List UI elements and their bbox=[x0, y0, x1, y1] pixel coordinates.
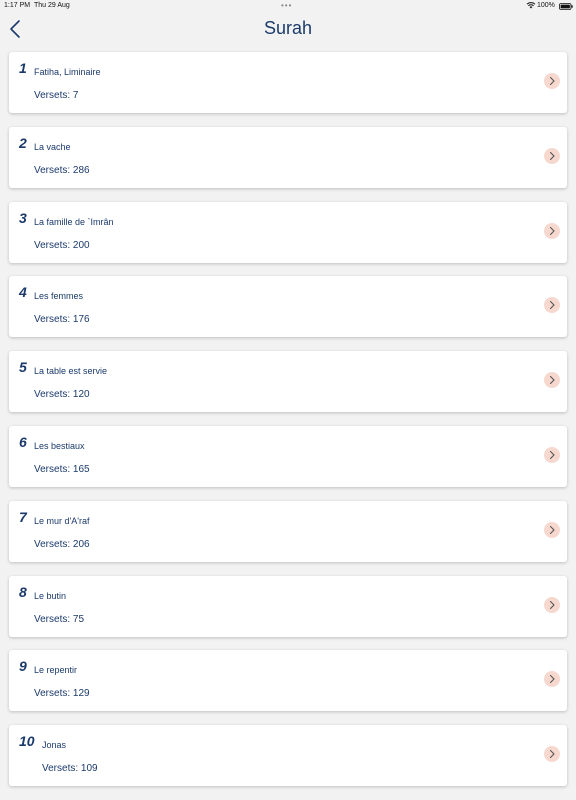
chevron-right-icon[interactable] bbox=[544, 222, 560, 239]
surah-verses: Versets: 109 bbox=[42, 763, 98, 775]
surah-name: Jonas bbox=[42, 740, 67, 751]
surah-card[interactable]: 4 Les femmes Versets: 176 bbox=[9, 276, 567, 338]
surah-verses: Versets: 206 bbox=[34, 538, 90, 550]
battery-icon bbox=[559, 3, 573, 12]
status-bar: 1:17 PM Thu 29 Aug ••• 100% bbox=[0, 0, 576, 12]
surah-name: La vache bbox=[34, 141, 71, 152]
battery-percent: 100% bbox=[537, 2, 555, 9]
surah-name: Les femmes bbox=[34, 291, 84, 302]
surah-verses: Versets: 75 bbox=[34, 613, 85, 625]
surah-verses: Versets: 165 bbox=[34, 463, 90, 475]
surah-number: 7 bbox=[19, 508, 27, 525]
surah-name: Les bestiaux bbox=[34, 440, 85, 451]
chevron-right-icon[interactable] bbox=[544, 297, 560, 314]
surah-card[interactable]: 3 La famille de `Imrân Versets: 200 bbox=[9, 201, 567, 263]
surah-name: Le butin bbox=[34, 590, 67, 601]
surah-verses: Versets: 286 bbox=[34, 164, 90, 176]
surah-number: 9 bbox=[19, 658, 27, 675]
multitasking-dots-icon[interactable]: ••• bbox=[281, 1, 292, 10]
surah-number: 10 bbox=[19, 733, 35, 750]
chevron-right-icon[interactable] bbox=[544, 596, 560, 613]
chevron-right-icon[interactable] bbox=[544, 446, 560, 463]
status-date: Thu 29 Aug bbox=[34, 2, 70, 9]
surah-number: 3 bbox=[19, 209, 27, 226]
surah-name: La table est servie bbox=[34, 366, 108, 377]
chevron-right-icon[interactable] bbox=[544, 147, 560, 164]
surah-card[interactable]: 7 Le mur d'A'raf Versets: 206 bbox=[9, 500, 567, 562]
surah-number: 8 bbox=[19, 583, 27, 600]
surah-number: 4 bbox=[19, 284, 27, 301]
chevron-right-icon[interactable] bbox=[544, 746, 560, 763]
wifi-icon bbox=[526, 1, 536, 11]
status-time: 1:17 PM bbox=[4, 2, 31, 9]
surah-verses: Versets: 200 bbox=[34, 239, 90, 251]
surah-name: La famille de `Imrân bbox=[34, 216, 114, 227]
surah-list: 1 Fatiha, Liminaire Versets: 7 2 La vach… bbox=[9, 52, 567, 800]
chevron-right-icon[interactable] bbox=[544, 521, 560, 538]
surah-number: 6 bbox=[19, 433, 27, 450]
surah-verses: Versets: 176 bbox=[34, 314, 90, 326]
surah-card[interactable]: 10 Jonas Versets: 109 bbox=[9, 725, 567, 787]
surah-card[interactable]: 6 Les bestiaux Versets: 165 bbox=[9, 425, 567, 487]
surah-card[interactable]: 2 La vache Versets: 286 bbox=[9, 126, 567, 188]
surah-name: Fatiha, Liminaire bbox=[34, 67, 101, 77]
chevron-right-icon[interactable] bbox=[544, 73, 560, 89]
surah-card[interactable]: 9 Le repentir Versets: 129 bbox=[9, 650, 567, 712]
surah-card[interactable]: 8 Le butin Versets: 75 bbox=[9, 575, 567, 637]
surah-verses: Versets: 129 bbox=[34, 688, 90, 700]
surah-number: 5 bbox=[19, 359, 27, 376]
chevron-right-icon[interactable] bbox=[544, 671, 560, 688]
surah-card[interactable]: 1 Fatiha, Liminaire Versets: 7 bbox=[9, 52, 567, 113]
surah-number: 1 bbox=[19, 60, 27, 76]
surah-number: 2 bbox=[19, 134, 27, 151]
navigation-bar: Surah bbox=[0, 12, 576, 46]
surah-verses: Versets: 7 bbox=[34, 90, 79, 101]
surah-name: Le repentir bbox=[34, 665, 78, 676]
surah-name: Le mur d'A'raf bbox=[34, 515, 90, 526]
surah-verses: Versets: 120 bbox=[34, 389, 90, 401]
surah-card[interactable]: 5 La table est servie Versets: 120 bbox=[9, 351, 567, 413]
chevron-right-icon[interactable] bbox=[544, 372, 560, 389]
page-title: Surah bbox=[263, 18, 313, 38]
